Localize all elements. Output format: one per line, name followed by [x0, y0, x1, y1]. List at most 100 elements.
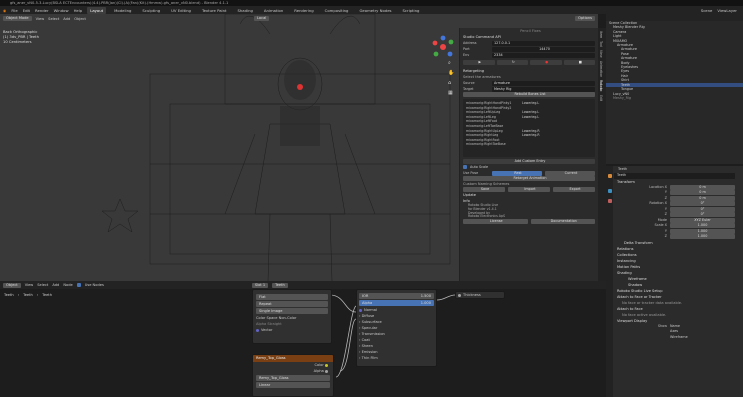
- vp-menu-add[interactable]: Add: [63, 17, 70, 21]
- options-dropdown[interactable]: Options: [575, 16, 595, 21]
- source-dropdown[interactable]: Single Image: [256, 308, 328, 314]
- tab-layout[interactable]: Layout: [87, 6, 107, 14]
- rotation-x[interactable]: 0°: [670, 201, 735, 207]
- address-field[interactable]: 127.0.0.1: [492, 40, 595, 46]
- thickness-socket[interactable]: [458, 293, 461, 297]
- vp-menu-select[interactable]: Select: [48, 17, 59, 21]
- tab-compositing[interactable]: Compositing: [322, 7, 352, 14]
- rebuild-bones-button[interactable]: Rebuild Bones List: [463, 92, 595, 97]
- object-tab-icon[interactable]: [607, 174, 612, 178]
- tab-animation[interactable]: Animation: [261, 7, 286, 14]
- modifier-tab-icon[interactable]: [607, 189, 612, 193]
- pan-hand-icon[interactable]: ✋: [448, 70, 454, 76]
- tab-tool[interactable]: Tool: [599, 41, 603, 47]
- alpha-output-socket[interactable]: [325, 369, 328, 373]
- outliner-item[interactable]: Meshy_Rig: [606, 96, 743, 100]
- stop-button[interactable]: ■: [563, 60, 595, 65]
- tab-view[interactable]: View: [599, 50, 603, 58]
- location-z[interactable]: 0 m: [670, 195, 735, 201]
- properties-tabs[interactable]: [606, 166, 613, 397]
- outliner[interactable]: Scene Collection Meshy Blender Rig Camer…: [606, 14, 743, 164]
- tab-rendering[interactable]: Rendering: [291, 7, 316, 14]
- node-object-dropdown[interactable]: Object: [3, 282, 21, 288]
- transform-orientation-dropdown[interactable]: Local: [253, 16, 270, 21]
- node-menu-node[interactable]: Node: [63, 283, 72, 287]
- extension-dropdown[interactable]: Repeat: [256, 301, 328, 307]
- show-wireframe-checkbox[interactable]: Wireframe: [670, 335, 688, 341]
- normal-socket[interactable]: [359, 308, 362, 312]
- menu-render[interactable]: Render: [35, 8, 49, 13]
- interp-linear-dropdown[interactable]: Linear: [256, 382, 330, 388]
- record-button[interactable]: ●: [530, 60, 562, 65]
- tab-animation-side[interactable]: Animation: [599, 61, 603, 77]
- documentation-button[interactable]: Documentation: [530, 219, 595, 225]
- tab-rokoko[interactable]: Rokoko: [599, 80, 603, 91]
- tab-sculpting[interactable]: Sculpting: [139, 7, 163, 14]
- color-output-socket[interactable]: [325, 363, 328, 367]
- rotation-mode-dropdown[interactable]: XYZ Euler: [670, 217, 735, 223]
- tab-uv-editing[interactable]: UV Editing: [168, 7, 194, 14]
- image-dropdown[interactable]: Remy_Top_Gloss: [256, 375, 330, 381]
- vp-menu-object[interactable]: Object: [74, 17, 86, 21]
- scene-selector[interactable]: Scene: [701, 8, 713, 13]
- scale-z[interactable]: 1.000: [670, 234, 735, 240]
- alpha-field[interactable]: Alpha 1.000: [359, 300, 434, 306]
- scale-x[interactable]: 1.000: [670, 223, 735, 229]
- blender-logo-icon[interactable]: ◉: [3, 8, 6, 13]
- vector-socket[interactable]: [256, 328, 259, 332]
- menu-file[interactable]: File: [11, 8, 17, 13]
- auto-scale-checkbox[interactable]: [463, 165, 467, 169]
- menu-window[interactable]: Window: [54, 8, 69, 13]
- location-y[interactable]: 0 m: [670, 190, 735, 196]
- camera-view-icon[interactable]: ⌂: [448, 80, 454, 86]
- material-dropdown[interactable]: Teeth: [272, 282, 288, 288]
- scale-y[interactable]: 1.000: [670, 228, 735, 234]
- tab-modeling[interactable]: Modeling: [111, 7, 134, 14]
- node-menu-select[interactable]: Select: [37, 283, 48, 287]
- rotation-y[interactable]: 0°: [670, 206, 735, 212]
- object-name-input[interactable]: Teeth: [614, 173, 735, 179]
- node-menu-view[interactable]: View: [25, 283, 34, 287]
- bone-list[interactable]: mixamorig:RightHandPinky1 Lowerleg.L mixa…: [463, 99, 595, 157]
- location-x[interactable]: 0 m: [670, 184, 735, 190]
- remy-texture-node[interactable]: Remy_Top_Gloss Color Alpha Remy_Top_Glos…: [252, 354, 334, 397]
- thin-film-panel[interactable]: › Thin Film: [359, 355, 434, 361]
- vp-menu-view[interactable]: View: [36, 17, 45, 21]
- image-texture-node[interactable]: Flat Repeat Single Image Color Space Non…: [252, 289, 332, 344]
- navigation-gizmo-icon[interactable]: [430, 34, 456, 60]
- slot-dropdown[interactable]: Slot 1: [251, 282, 269, 288]
- target-field[interactable]: Meshy Rig: [492, 86, 595, 92]
- source-field[interactable]: Armature: [492, 80, 595, 86]
- use-nodes-checkbox[interactable]: [76, 283, 81, 287]
- tab-texture-paint[interactable]: Texture Paint: [199, 7, 230, 14]
- port-field[interactable]: 14470: [492, 46, 595, 52]
- object-name-field[interactable]: Teeth: [614, 167, 627, 173]
- license-button[interactable]: License: [463, 219, 528, 225]
- pose-rest-option[interactable]: Rest: [492, 170, 542, 176]
- play-button[interactable]: ▶: [463, 60, 495, 65]
- zoom-icon[interactable]: ⌕: [448, 60, 454, 66]
- refresh-button[interactable]: ↻: [496, 60, 528, 65]
- interpolation-dropdown[interactable]: Flat: [256, 294, 328, 300]
- menu-edit[interactable]: Edit: [23, 8, 30, 13]
- output-node[interactable]: Thickness: [455, 291, 505, 299]
- ior-field[interactable]: IOR 1.500: [359, 293, 434, 299]
- node-menu-add[interactable]: Add: [52, 283, 59, 287]
- menu-help[interactable]: Help: [74, 8, 83, 13]
- naming-import-button[interactable]: Import: [508, 187, 550, 192]
- tab-geometry-nodes[interactable]: Geometry Nodes: [356, 7, 394, 14]
- tab-edit[interactable]: Edit: [599, 95, 603, 101]
- env-field[interactable]: 2334: [492, 52, 595, 58]
- tab-shading[interactable]: Shading: [234, 7, 255, 14]
- tab-scripting[interactable]: Scripting: [400, 7, 423, 14]
- material-tab-icon[interactable]: [607, 199, 612, 203]
- tab-item[interactable]: Item: [599, 31, 603, 38]
- grid-icon[interactable]: ▦: [448, 90, 454, 96]
- object-mode-dropdown[interactable]: Object Mode: [3, 16, 32, 21]
- naming-export-button[interactable]: Export: [553, 187, 595, 192]
- rotation-z[interactable]: 0°: [670, 212, 735, 218]
- alpha-mode-dropdown[interactable]: Straight: [267, 322, 281, 326]
- pose-current-option[interactable]: Current: [545, 170, 595, 176]
- color-space-dropdown[interactable]: Non-Color: [279, 316, 297, 320]
- view-layer-selector[interactable]: ViewLayer: [717, 8, 737, 13]
